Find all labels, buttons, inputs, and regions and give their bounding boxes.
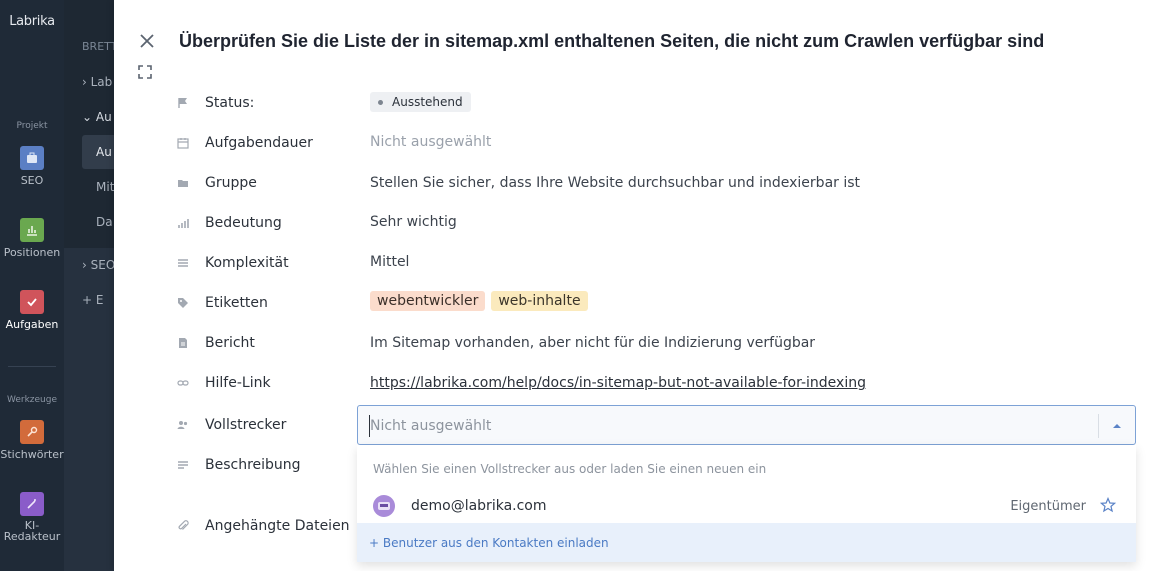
lines-icon — [176, 256, 190, 270]
complexity-value[interactable]: Mittel — [370, 254, 409, 270]
assignee-toggle-button[interactable] — [1098, 414, 1135, 438]
duration-value[interactable]: Nicht ausgewählt — [370, 134, 491, 150]
users-icon — [176, 418, 190, 432]
chart-icon — [20, 218, 44, 242]
tag-chip[interactable]: web-inhalte — [491, 291, 588, 311]
invite-contacts-button[interactable]: + Benutzer aus den Kontakten einladen — [357, 523, 1136, 562]
prop-help-link: Hilfe-Link — [176, 372, 271, 394]
task-title[interactable]: Überprüfen Sie die Liste der in sitemap.… — [179, 31, 1044, 52]
prop-group: Gruppe — [176, 172, 257, 194]
prop-description: Beschreibung — [176, 454, 301, 476]
prop-label: Beschreibung — [205, 457, 301, 473]
prop-label: Hilfe-Link — [205, 375, 271, 391]
rail-item-seo[interactable]: SEO — [0, 146, 64, 187]
sidebar-item[interactable]: › SEO — [82, 258, 115, 272]
magic-wand-icon — [20, 492, 44, 516]
assignee-dropdown: Wählen Sie einen Vollstrecker aus oder l… — [357, 445, 1136, 562]
rail-item-label: Aufgaben — [5, 318, 59, 331]
tag-icon — [176, 296, 190, 310]
user-role: Eigentümer — [1010, 498, 1086, 514]
sidebar-item[interactable]: ⌄ Au — [82, 110, 112, 124]
document-icon — [176, 336, 190, 350]
close-icon — [140, 34, 154, 48]
rail-item-label: SEO — [20, 174, 44, 187]
app-rail: Labrika Projekt SEO Positionen Aufgaben … — [0, 0, 64, 571]
section-label-project: Projekt — [16, 121, 48, 131]
seo-icon — [20, 146, 44, 170]
prop-duration: Aufgabendauer — [176, 132, 313, 154]
app-logo[interactable]: Labrika — [0, 14, 64, 29]
rail-item-label: Stichwörter — [0, 448, 64, 461]
sidebar-item[interactable]: Da — [96, 215, 113, 229]
calendar-icon — [176, 136, 190, 150]
rail-item-label: Positionen — [3, 246, 61, 259]
avatar-icon — [378, 502, 390, 510]
report-value[interactable]: Im Sitemap vorhanden, aber nicht für die… — [370, 335, 815, 351]
prop-label: Komplexität — [205, 255, 289, 271]
task-detail-panel: Überprüfen Sie die Liste der in sitemap.… — [114, 0, 1149, 571]
prop-label: Aufgabendauer — [205, 135, 313, 151]
prop-label: Etiketten — [205, 295, 268, 311]
rail-item-ai-editor[interactable]: KI-Redakteur — [0, 492, 64, 542]
sidebar-item[interactable]: › Lab — [82, 75, 112, 89]
group-value[interactable]: Stellen Sie sicher, dass Ihre Website du… — [370, 175, 860, 191]
prop-label: Vollstrecker — [205, 417, 287, 433]
assignee-search-input[interactable] — [369, 415, 1069, 437]
close-button[interactable] — [136, 30, 158, 52]
avatar — [373, 495, 395, 517]
rail-divider — [8, 366, 56, 367]
sidebar-item[interactable]: Mit — [96, 180, 114, 194]
prop-status: Status: — [176, 92, 254, 114]
prop-label: Status: — [205, 95, 255, 111]
user-email: demo@labrika.com — [411, 498, 547, 514]
check-icon — [20, 290, 44, 314]
prop-label: Angehängte Dateien — [205, 518, 350, 534]
sidebar-add-item[interactable]: + E — [82, 293, 103, 307]
tags-list: webentwickler web-inhalte — [370, 291, 594, 311]
folder-icon — [176, 176, 190, 190]
paperclip-icon — [176, 519, 190, 533]
tag-chip[interactable]: webentwickler — [370, 291, 486, 311]
text-lines-icon — [176, 458, 190, 472]
key-icon — [20, 420, 44, 444]
prop-attachments: Angehängte Dateien — [176, 515, 350, 537]
rail-item-positions[interactable]: Positionen — [0, 218, 64, 259]
status-badge[interactable]: Ausstehend — [370, 92, 471, 112]
sidebar-item-active[interactable]: Au — [96, 145, 112, 159]
rail-item-keywords[interactable]: Stichwörter — [0, 420, 64, 461]
prop-label: Bedeutung — [205, 215, 282, 231]
fullscreen-button[interactable] — [138, 64, 156, 82]
prop-complexity: Komplexität — [176, 252, 289, 274]
signal-bars-icon — [176, 216, 190, 230]
rail-item-tasks[interactable]: Aufgaben — [0, 290, 64, 331]
sidebar-header: BRETT — [82, 40, 116, 53]
flag-icon — [176, 96, 190, 110]
caret-up-icon — [1113, 424, 1121, 428]
importance-value[interactable]: Sehr wichtig — [370, 214, 457, 230]
prop-report: Bericht — [176, 332, 255, 354]
prop-assignee: Vollstrecker — [176, 414, 286, 436]
board-sidebar: BRETT › Lab ⌄ Au Au Mit Da › SEO + E — [64, 0, 116, 571]
prop-tags: Etiketten — [176, 292, 268, 314]
section-label-tools: Werkzeuge — [6, 395, 58, 405]
star-icon[interactable] — [1099, 496, 1117, 517]
dropdown-hint: Wählen Sie einen Vollstrecker aus oder l… — [373, 462, 767, 476]
dropdown-user-option[interactable]: demo@labrika.com Eigentümer — [357, 489, 1136, 523]
rail-item-label: KI-Redakteur — [3, 519, 61, 543]
prop-label: Gruppe — [205, 175, 257, 191]
link-icon — [176, 376, 190, 390]
sidebar-header-area — [64, 0, 116, 248]
prop-importance: Bedeutung — [176, 212, 282, 234]
prop-label: Bericht — [205, 335, 255, 351]
fullscreen-icon — [138, 65, 152, 79]
help-link[interactable]: https://labrika.com/help/docs/in-sitemap… — [370, 375, 866, 391]
assignee-select[interactable] — [357, 405, 1136, 445]
